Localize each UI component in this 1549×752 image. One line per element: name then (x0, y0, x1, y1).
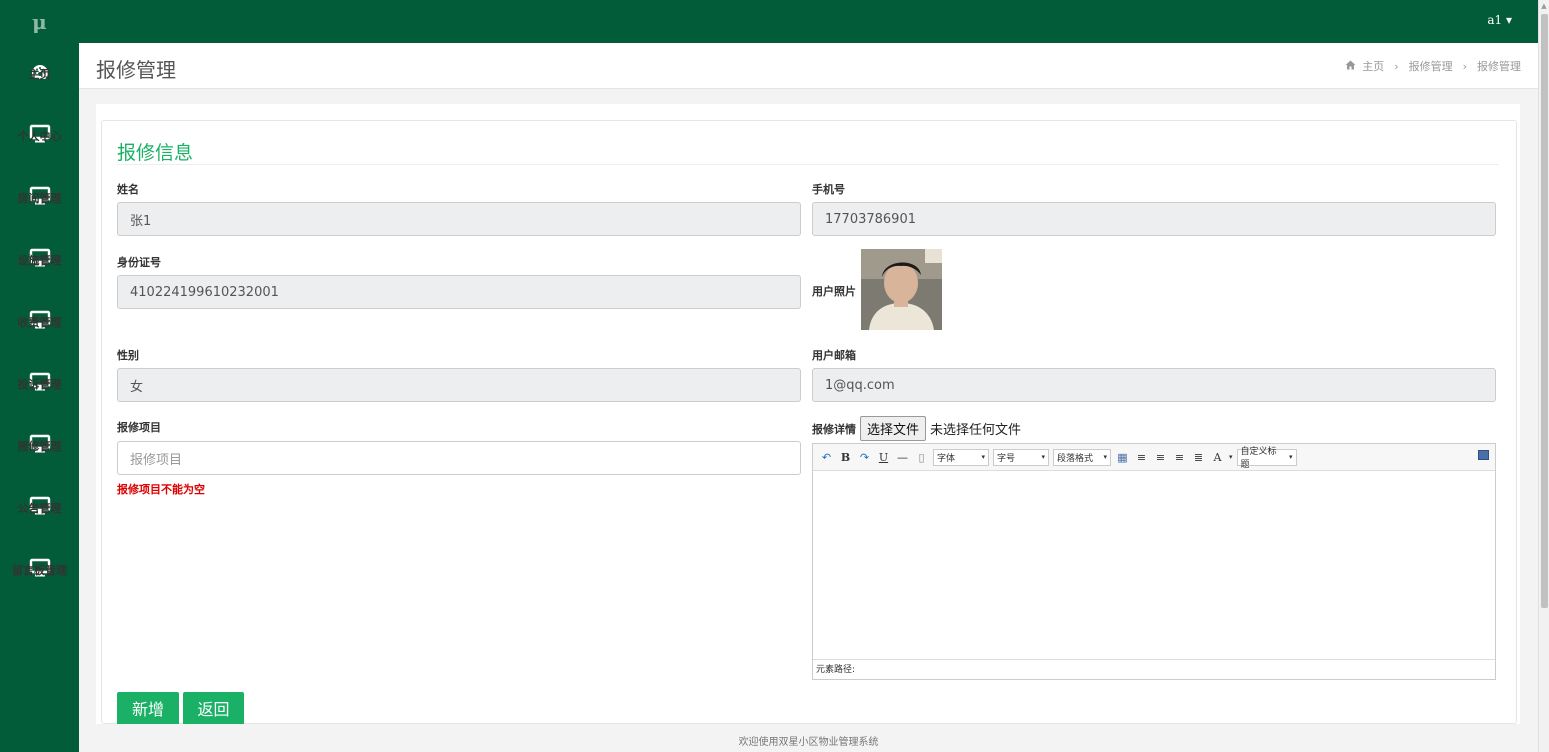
sidebar-item-label: 房间管理 (17, 192, 62, 205)
chevron-right-icon: › (1462, 59, 1467, 73)
horizontal-rule-icon[interactable]: — (895, 450, 910, 465)
repair-item-input[interactable]: 报修项目 (117, 441, 801, 475)
user-menu[interactable]: a1 ▾ (1487, 13, 1512, 27)
editor-toolbar: ↶ B ↷ U — ▯ 字体 ▾ 字号 ▾ 段落格式 ▾ ▦ ≡ ≡ ≡ ≣ A ▾ … (813, 444, 1495, 471)
add-button[interactable]: 新增 (117, 692, 179, 724)
chevron-down-icon: ▾ (981, 453, 985, 461)
chevron-down-icon: ▾ (1103, 453, 1107, 461)
sidebar-item-label: 主页 (28, 68, 51, 81)
footer: 欢迎使用双星小区物业管理系统 (738, 737, 879, 748)
file-upload-row: 报修详情 选择文件 未选择任何文件 (812, 416, 1021, 441)
idcard-field[interactable]: 410224199610232001 (117, 275, 801, 309)
fullscreen-icon[interactable] (1478, 450, 1489, 460)
repair-item-error: 报修项目不能为空 (117, 483, 205, 496)
sidebar-item-fees[interactable]: 收费管理 (0, 291, 79, 353)
repair-item-label: 报修项目 (117, 421, 161, 434)
chevron-right-icon: › (1394, 59, 1399, 73)
align-center-icon[interactable]: ≡ (1153, 450, 1168, 465)
sidebar-item-facilities[interactable]: 设施管理 (0, 229, 79, 291)
breadcrumb: 主页 › 报修管理 › 报修管理 (1345, 58, 1521, 74)
sidebar-item-complaints[interactable]: 投诉管理 (0, 353, 79, 415)
chevron-down-icon: ▾ (1041, 453, 1045, 461)
home-icon (1345, 60, 1356, 73)
align-right-icon[interactable]: ≡ (1172, 450, 1187, 465)
sidebar-item-repairs[interactable]: 报修管理 (0, 415, 79, 477)
paragraph-value: 段落格式 (1057, 453, 1094, 464)
font-family-select[interactable]: 字体 ▾ (933, 448, 989, 466)
new-document-icon[interactable]: ▯ (914, 450, 929, 465)
font-size-value: 字号 (997, 453, 1016, 464)
sidebar-item-label: 公告管理 (17, 502, 62, 515)
gender-label: 性别 (117, 349, 139, 362)
idcard-label: 身份证号 (117, 256, 161, 269)
sidebar-item-message-board[interactable]: 留言板管理 (0, 539, 79, 601)
redo-icon[interactable]: ↷ (857, 450, 872, 465)
chevron-down-icon[interactable]: ▾ (1229, 453, 1233, 461)
top-navbar: a1 ▾ (79, 0, 1538, 43)
sidebar-item-label: 设施管理 (17, 254, 62, 267)
undo-icon[interactable]: ↶ (819, 450, 834, 465)
name-field[interactable]: 张1 (117, 202, 801, 236)
bold-icon[interactable]: B (838, 450, 853, 465)
breadcrumb-current: 报修管理 (1477, 60, 1521, 73)
email-field[interactable]: 1@qq.com (812, 368, 1496, 402)
sidebar-item-announcements[interactable]: 公告管理 (0, 477, 79, 539)
sidebar-item-label: 留言板管理 (12, 564, 67, 577)
phone-label: 手机号 (812, 183, 845, 196)
sidebar-item-rooms[interactable]: 房间管理 (0, 167, 79, 229)
align-justify-icon[interactable]: ≣ (1191, 450, 1206, 465)
back-button[interactable]: 返回 (183, 692, 244, 724)
vertical-scrollbar[interactable]: ▲ (1538, 0, 1549, 752)
font-family-value: 字体 (937, 453, 956, 464)
custom-title-value: 自定义标题 (1240, 447, 1277, 470)
name-label: 姓名 (117, 183, 139, 196)
rich-text-editor[interactable]: ↶ B ↷ U — ▯ 字体 ▾ 字号 ▾ 段落格式 ▾ ▦ ≡ ≡ ≡ ≣ A ▾ … (812, 443, 1496, 680)
underline-icon[interactable]: U (876, 450, 891, 465)
sidebar-item-label: 投诉管理 (17, 378, 62, 391)
chevron-down-icon: ▾ (1289, 453, 1293, 461)
align-left-icon[interactable]: ≡ (1134, 450, 1149, 465)
sidebar-item-label: 收费管理 (17, 316, 62, 329)
paragraph-format-select[interactable]: 段落格式 ▾ (1053, 448, 1111, 466)
custom-title-select[interactable]: 自定义标题 ▾ (1236, 447, 1297, 470)
table-icon[interactable]: ▦ (1115, 450, 1130, 465)
sidebar-item-label: 个人中心 (17, 130, 62, 143)
sidebar: μ 主页 个人中心 房间管理 设施管理 收费管理 投诉管理 报修管理 公告管理 … (0, 0, 79, 752)
font-size-select[interactable]: 字号 ▾ (993, 448, 1049, 466)
font-color-icon[interactable]: A (1210, 450, 1225, 465)
app-logo: μ (32, 9, 47, 34)
phone-field[interactable]: 17703786901 (812, 202, 1496, 236)
section-divider (117, 164, 1499, 165)
breadcrumb-home[interactable]: 主页 (1362, 58, 1384, 74)
choose-file-button[interactable]: 选择文件 (860, 416, 927, 441)
user-photo (861, 249, 942, 330)
page-header: 报修管理 主页 › 报修管理 › 报修管理 (79, 43, 1538, 89)
photo-label: 用户照片 (812, 285, 856, 298)
page-title: 报修管理 (96, 58, 176, 82)
gender-field[interactable]: 女 (117, 368, 801, 402)
repair-detail-label: 报修详情 (812, 422, 856, 436)
scroll-up-arrow-icon[interactable]: ▲ (1539, 0, 1549, 12)
sidebar-item-personal-center[interactable]: 个人中心 (0, 105, 79, 167)
email-label: 用户邮箱 (812, 349, 856, 362)
element-path-bar: 元素路径: (813, 659, 1495, 679)
file-status: 未选择任何文件 (930, 423, 1022, 438)
breadcrumb-repair-management[interactable]: 报修管理 (1409, 58, 1453, 74)
sidebar-item-label: 报修管理 (17, 440, 62, 453)
section-title: 报修信息 (117, 142, 194, 164)
sidebar-item-home[interactable]: 主页 (0, 43, 79, 105)
scrollbar-thumb[interactable] (1541, 14, 1548, 608)
